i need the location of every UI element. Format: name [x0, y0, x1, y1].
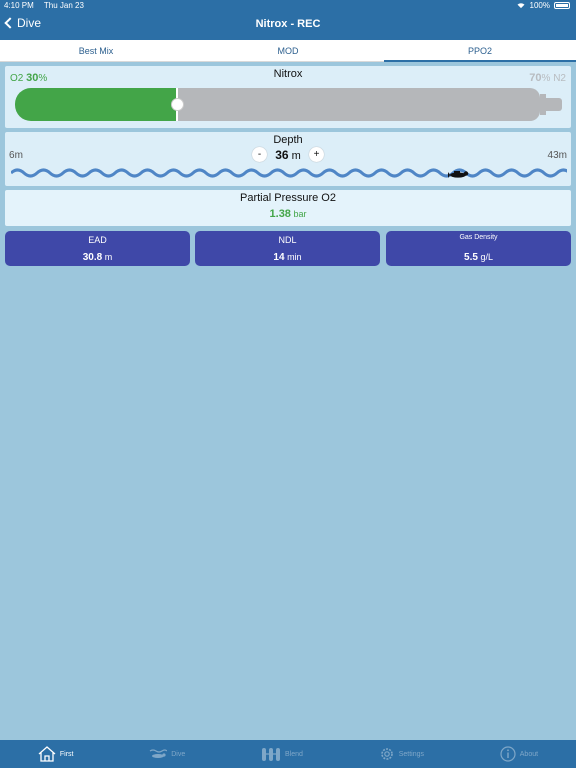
tabbar-label-settings: Settings	[398, 750, 424, 758]
mix-slider-handle[interactable]	[171, 98, 184, 111]
diver-icon[interactable]	[448, 170, 470, 180]
tabbar-label-about: About	[519, 750, 539, 758]
n2-name: N2	[553, 73, 566, 84]
gas-density-readout: 5.5 g/L	[386, 252, 571, 263]
depth-number: 36	[275, 147, 289, 162]
gas-tank-slider[interactable]	[15, 88, 562, 121]
ead-card[interactable]: EAD 30.8 m	[5, 231, 190, 266]
blend-icon	[262, 748, 281, 761]
ndl-value: 14	[273, 252, 285, 263]
status-date: Thu Jan 23	[43, 1, 84, 10]
page-title: Nitrox - REC	[255, 18, 321, 30]
o2-fill	[15, 88, 177, 121]
gear-icon	[380, 748, 393, 760]
ead-title: EAD	[88, 235, 107, 245]
status-bar-right: 100%	[516, 1, 570, 10]
tab-mod[interactable]: MOD	[192, 40, 384, 61]
depth-stepper: - 36 m +	[5, 147, 571, 162]
tabbar-item-settings[interactable]: Settings	[379, 746, 424, 762]
navigation-bar: 4:10 PM Thu Jan 23 100% Dive Nitrox - RE…	[0, 0, 576, 40]
depth-unit: m	[291, 149, 301, 162]
ppo2-title: Partial Pressure O2	[240, 192, 336, 204]
battery-icon	[554, 2, 570, 9]
status-time: 4:10 PM	[4, 1, 34, 10]
tabbar-label-dive: Dive	[171, 750, 186, 758]
depth-increase-button[interactable]: +	[309, 147, 324, 162]
tabbar-label-first: First	[59, 750, 74, 758]
n2-fill	[177, 88, 540, 121]
tabbar-label-blend: Blend	[285, 750, 303, 758]
ppo2-unit: bar	[293, 209, 307, 219]
tab-ppo2[interactable]: PPO2	[384, 40, 576, 62]
ndl-readout: 14 min	[195, 252, 380, 263]
info-icon	[500, 746, 516, 762]
ndl-unit: min	[287, 252, 302, 262]
n2-label: 70% N2	[529, 72, 566, 84]
water-wave-slider[interactable]	[11, 166, 567, 180]
segment-tabs: Best Mix MOD PPO2	[0, 40, 576, 62]
o2-label: O2 30%	[10, 72, 47, 84]
depth-value: 36 m	[273, 148, 303, 162]
wifi-icon	[517, 3, 525, 9]
ppo2-value: 1.38	[269, 208, 291, 220]
ead-readout: 30.8 m	[5, 252, 190, 263]
o2-name: O2	[10, 73, 24, 84]
tabbar-item-dive[interactable]: Dive	[149, 747, 185, 761]
mix-title: Nitrox	[273, 68, 303, 80]
tab-best-mix[interactable]: Best Mix	[0, 40, 192, 61]
ndl-card[interactable]: NDL 14 min	[195, 231, 380, 266]
bottom-tab-bar: First Dive Blend Settings About	[0, 740, 576, 768]
n2-value: 70	[529, 72, 542, 84]
gas-mix-panel: Nitrox O2 30% 70% N2	[5, 66, 571, 128]
gas-density-title: Gas Density	[459, 234, 498, 241]
tabbar-item-blend[interactable]: Blend	[261, 746, 303, 762]
depth-decrease-button[interactable]: -	[252, 147, 267, 162]
o2-unit: %	[38, 73, 48, 84]
ppo2-panel: Partial Pressure O2 1.38 bar	[5, 190, 571, 226]
ppo2-readout: 1.38 bar	[5, 208, 571, 220]
tabbar-item-first[interactable]: First	[38, 746, 74, 762]
gas-density-value: 5.5	[464, 252, 478, 263]
ead-value: 30.8	[82, 252, 103, 263]
dive-icon	[149, 749, 168, 758]
status-bar-left: 4:10 PM Thu Jan 23	[4, 1, 92, 10]
gas-density-card[interactable]: Gas Density 5.5 g/L	[386, 231, 571, 266]
gas-density-unit: g/L	[480, 252, 493, 262]
depth-panel: Depth 6m 43m - 36 m +	[5, 132, 571, 186]
n2-unit: %	[541, 73, 551, 84]
battery-percent: 100%	[529, 1, 550, 10]
home-icon	[38, 746, 56, 762]
ndl-title: NDL	[278, 235, 297, 245]
o2-value: 30	[26, 72, 39, 84]
ead-unit: m	[104, 252, 113, 262]
depth-title: Depth	[273, 134, 303, 146]
tabbar-item-about[interactable]: About	[500, 746, 538, 762]
tank-valve	[544, 98, 562, 111]
